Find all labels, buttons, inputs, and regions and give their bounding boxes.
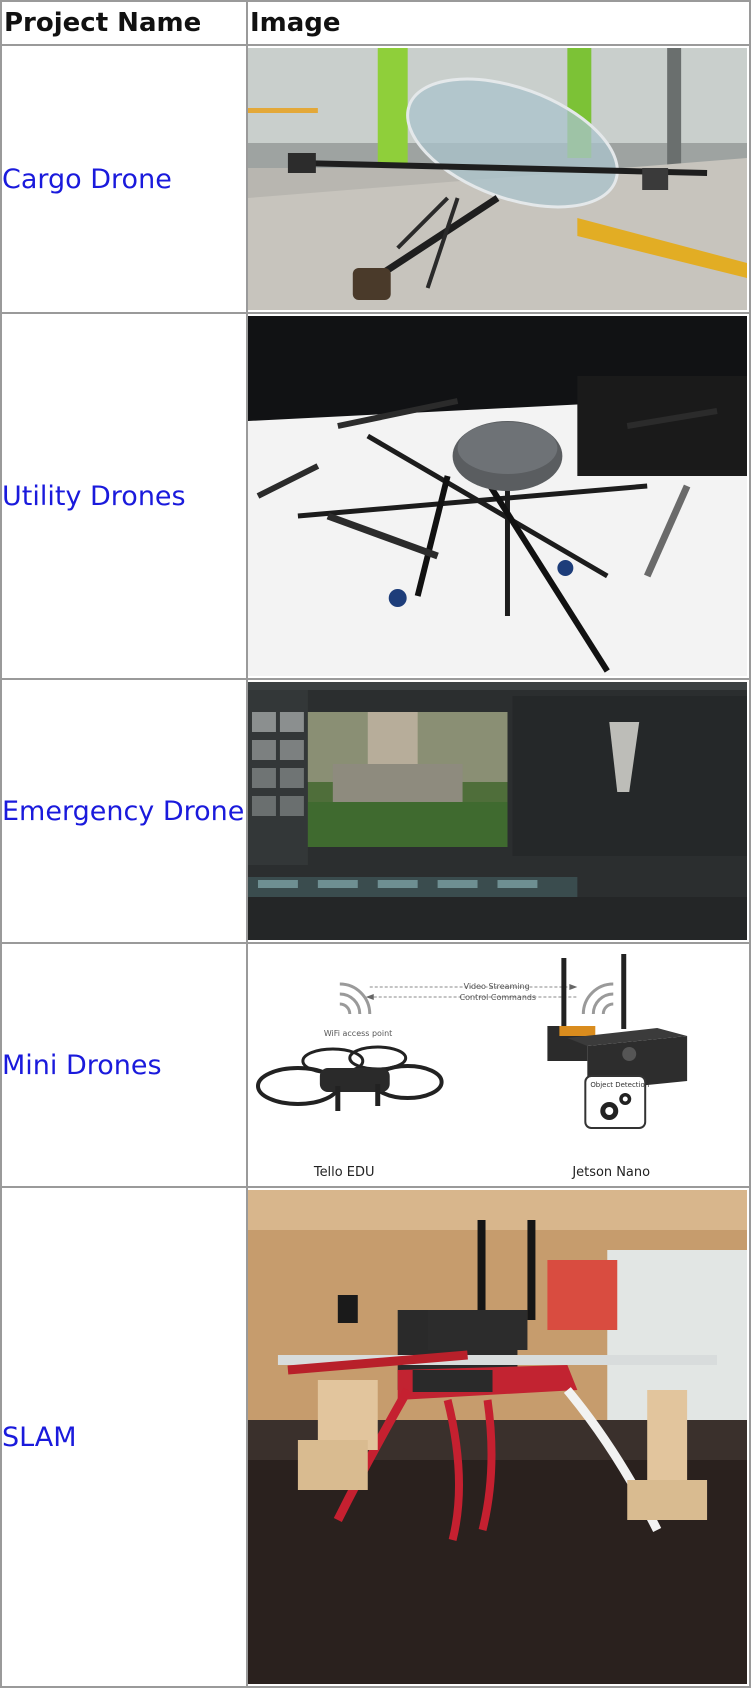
tello-label: Tello EDU <box>313 1165 375 1180</box>
wifi-access-point-label: WiFi access point <box>324 1029 392 1038</box>
jetson-label: Jetson Nano <box>571 1165 650 1180</box>
project-link-cargo-drone[interactable]: Cargo Drone <box>2 164 172 195</box>
column-header-image: Image <box>246 0 751 46</box>
table-row: Cargo Drone <box>0 44 751 314</box>
object-detection-label: Object Detection <box>590 1081 649 1089</box>
video-streaming-label: Video Streaming <box>464 982 530 991</box>
project-name-cell: Utility Drones <box>0 312 248 680</box>
project-image-cell: Video Streaming Control Commands WiFi ac… <box>246 942 751 1188</box>
cargo-drone-photo[interactable] <box>248 48 747 310</box>
project-image-cell <box>246 1186 751 1688</box>
projects-table: Project Name Image Cargo Drone Utility D… <box>0 0 751 1688</box>
control-commands-label: Control Commands <box>460 993 537 1002</box>
project-link-emergency-drone[interactable]: Emergency Drone <box>2 796 244 827</box>
project-image-cell <box>246 312 751 680</box>
project-link-mini-drones[interactable]: Mini Drones <box>2 1050 162 1081</box>
column-header-project-name: Project Name <box>0 0 248 46</box>
object-detection-box: Object Detection <box>584 1075 649 1129</box>
project-link-slam[interactable]: SLAM <box>2 1422 77 1453</box>
table-row: Mini Drones Video Streaming Control Comm… <box>0 942 751 1188</box>
project-name-cell: Mini Drones <box>0 942 248 1188</box>
table-row: SLAM <box>0 1186 751 1688</box>
project-name-cell: Cargo Drone <box>0 44 248 314</box>
project-image-cell <box>246 678 751 944</box>
table-row: Utility Drones <box>0 312 751 680</box>
project-name-cell: SLAM <box>0 1186 248 1688</box>
project-name-cell: Emergency Drone <box>0 678 248 944</box>
utility-drones-photo[interactable] <box>248 316 747 676</box>
table-row: Emergency Drone <box>0 678 751 944</box>
emergency-drone-screenshot[interactable] <box>248 682 747 940</box>
mini-drones-diagram[interactable]: Video Streaming Control Commands WiFi ac… <box>248 946 747 1184</box>
project-link-utility-drones[interactable]: Utility Drones <box>2 481 186 512</box>
table-header-row: Project Name Image <box>0 0 751 46</box>
slam-drone-photo[interactable] <box>248 1190 747 1684</box>
project-image-cell <box>246 44 751 314</box>
